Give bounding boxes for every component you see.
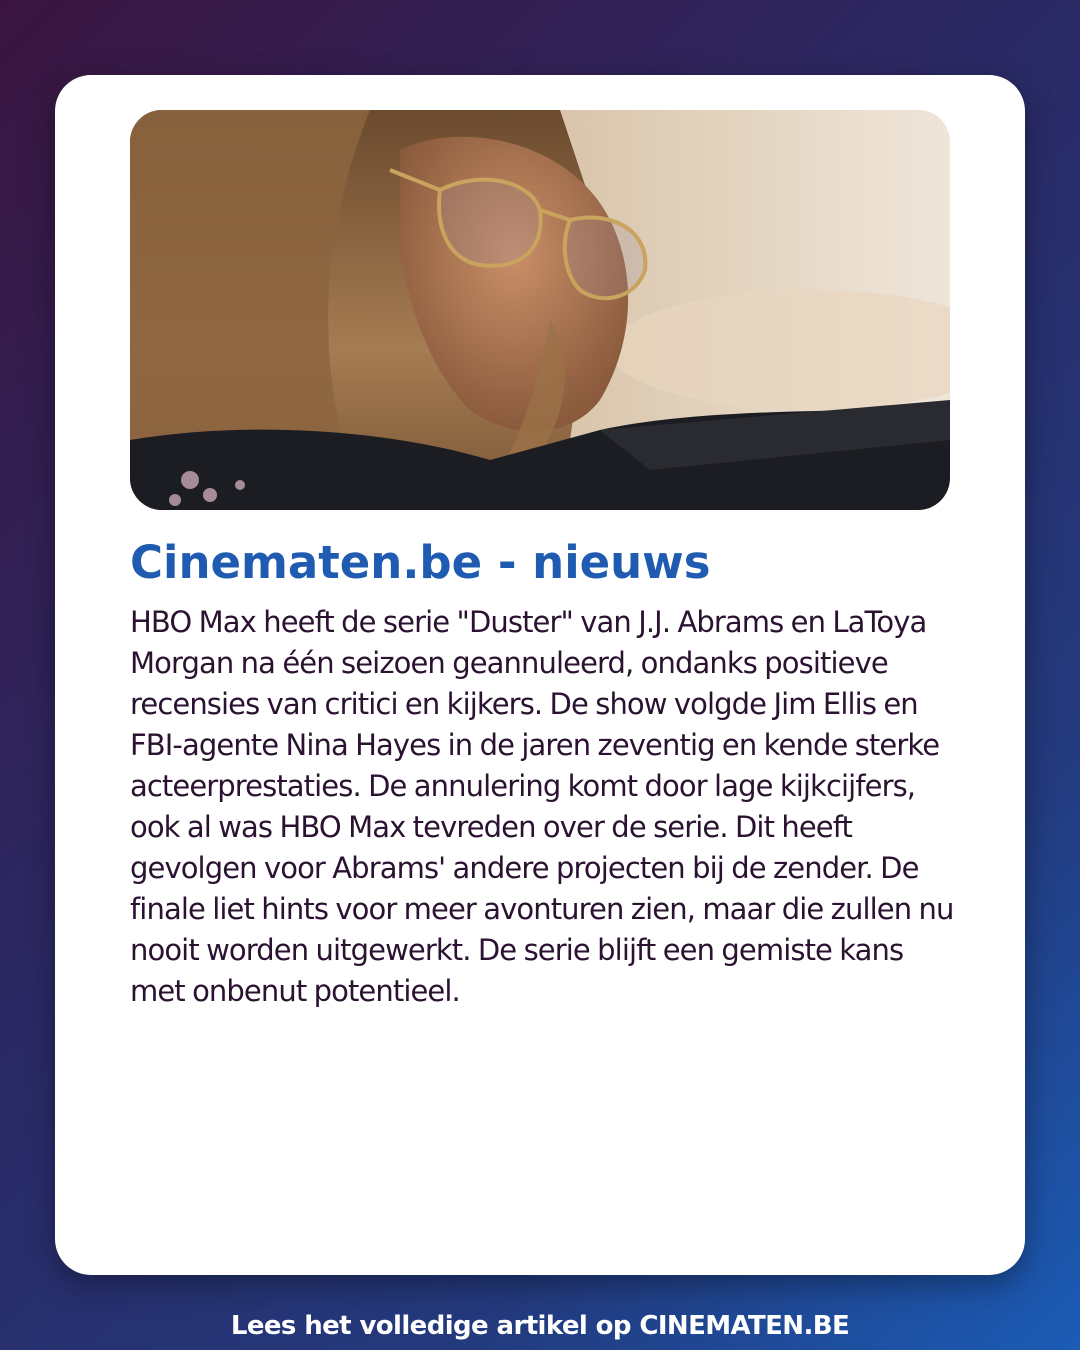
news-card: Cinematen.be - nieuws HBO Max heeft de s… — [55, 75, 1025, 1275]
article-body: HBO Max heeft de serie "Duster" van J.J.… — [130, 605, 954, 1008]
article-photo[interactable] — [130, 110, 950, 510]
article-headline[interactable]: Cinematen.be - nieuws — [130, 533, 970, 593]
read-more-link[interactable]: Lees het volledige artikel op CINEMATEN.… — [0, 1306, 1080, 1346]
portrait-photo-icon — [130, 110, 950, 510]
